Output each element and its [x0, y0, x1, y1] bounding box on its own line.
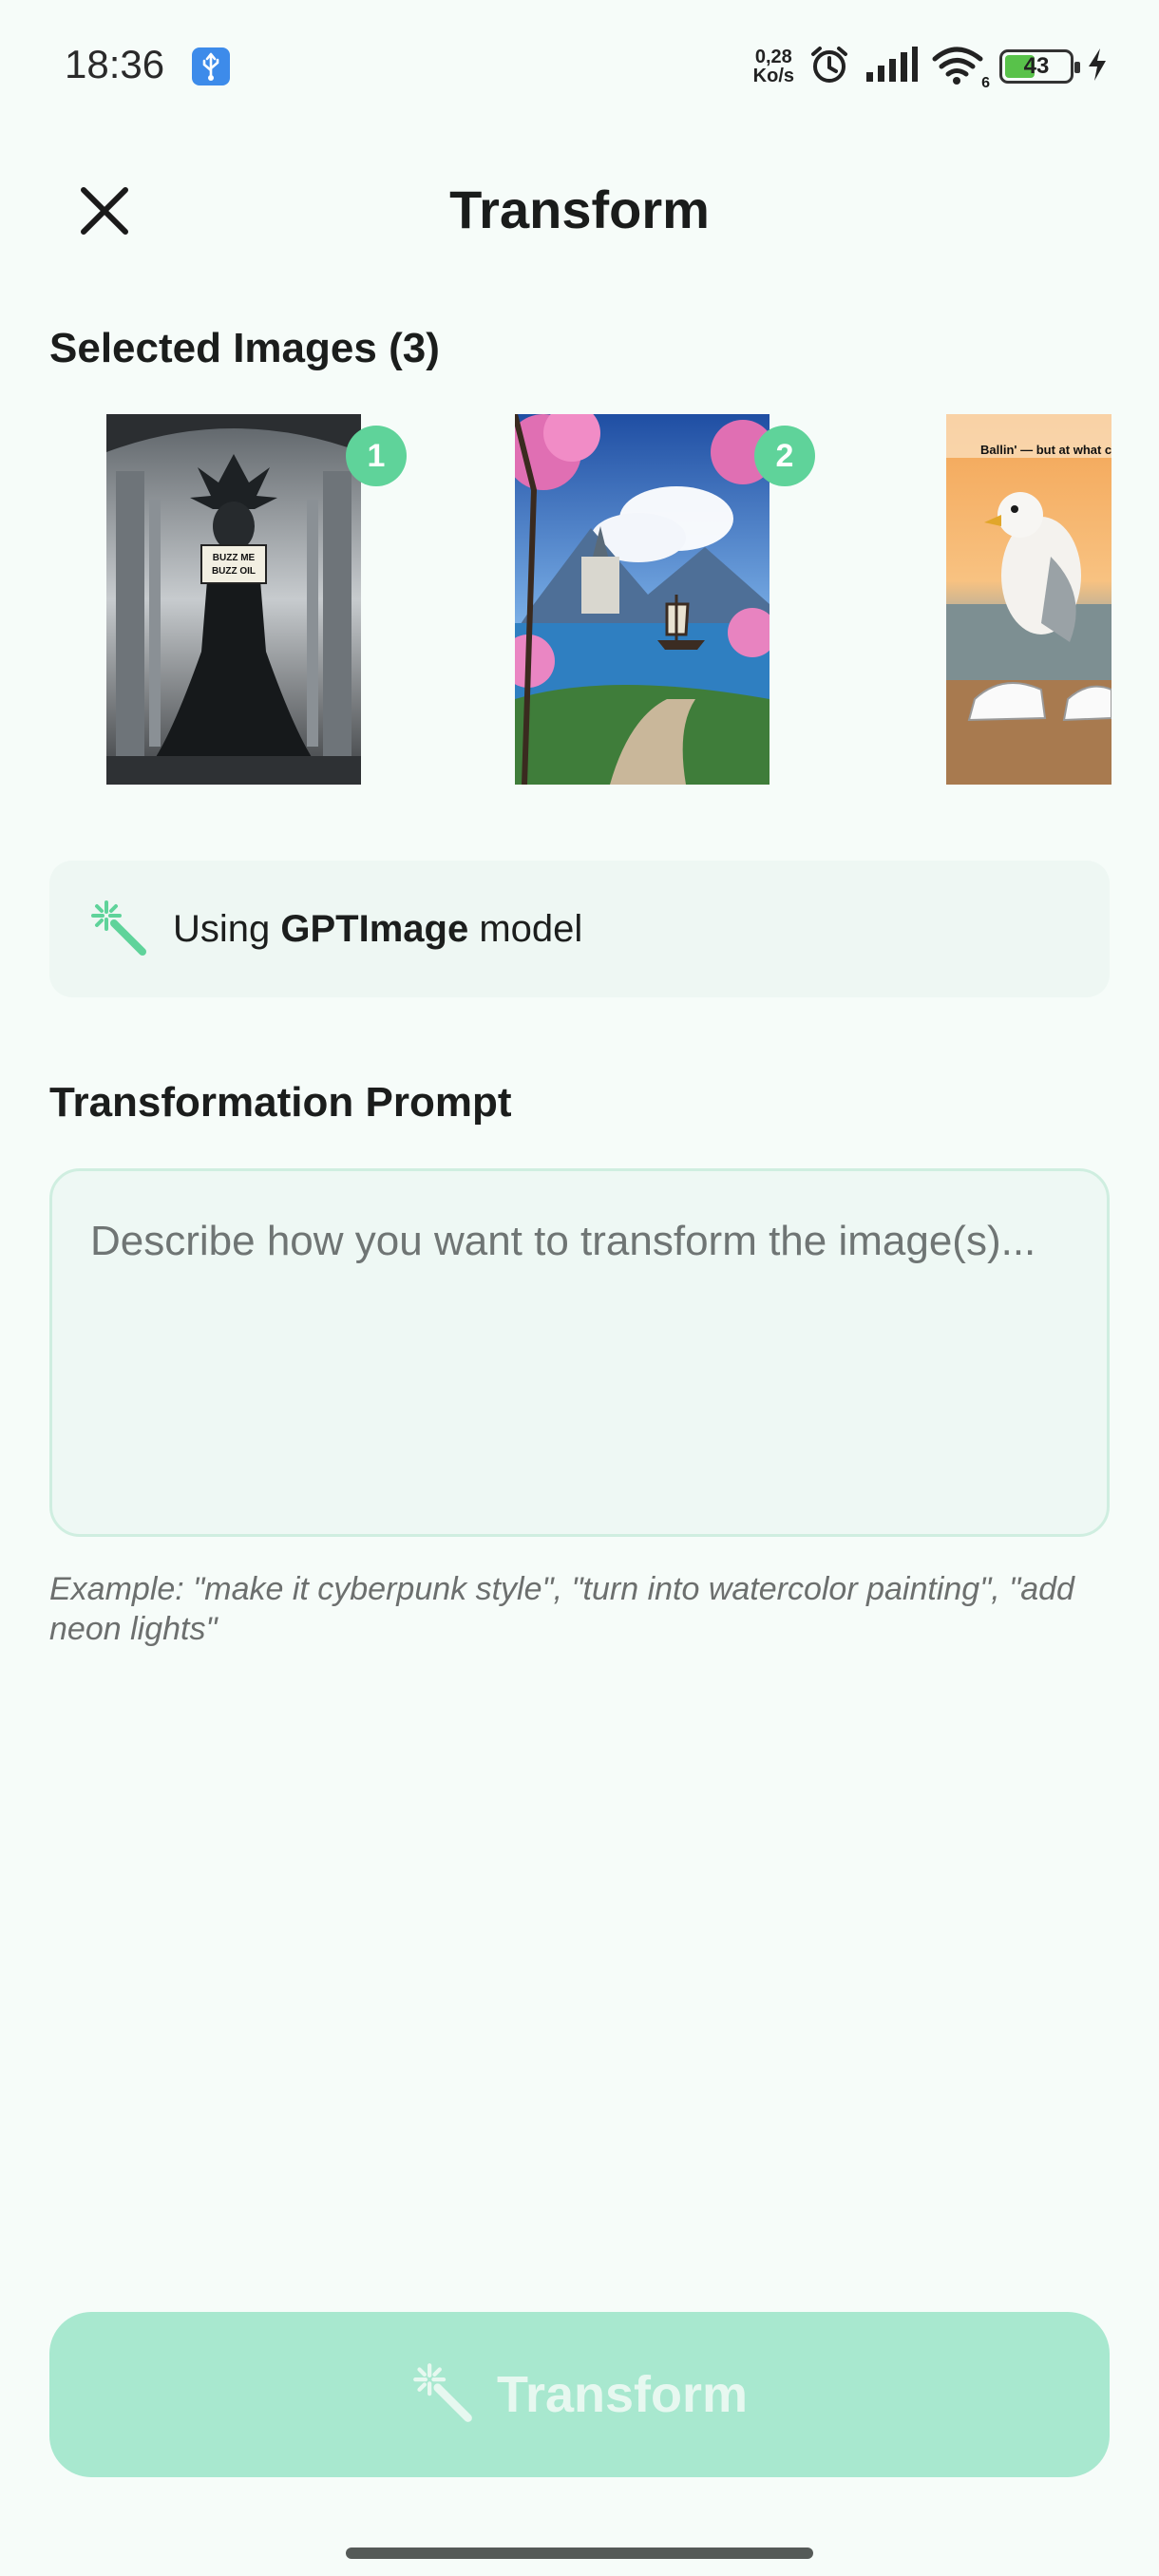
selected-images-strip[interactable]: BUZZ ME BUZZ OIL 1 2 Ballin' — but at wh… [0, 412, 1112, 792]
status-bar: 18:36 0,28 Ko/s 6 43 [0, 0, 1159, 133]
battery-level: 43 [1023, 53, 1050, 79]
status-icons: 0,28 Ko/s 6 43 [753, 42, 1108, 91]
transform-button[interactable]: Transform [49, 2312, 1110, 2477]
network-speed-value: 0,28 [754, 47, 792, 67]
prompt-field[interactable] [49, 1168, 1110, 1537]
selected-image-1[interactable]: BUZZ ME BUZZ OIL [106, 414, 361, 785]
selected-image-2[interactable] [515, 414, 770, 785]
magic-wand-icon [411, 2361, 474, 2429]
status-time: 18:36 [65, 42, 165, 86]
wifi-label: 6 [981, 74, 990, 91]
usb-icon [192, 47, 230, 85]
magic-wand-icon [89, 899, 148, 962]
prompt-heading: Transformation Prompt [49, 1079, 512, 1126]
image-badge-2: 2 [754, 426, 815, 486]
model-info-card: Using GPTImage model [49, 861, 1110, 997]
transform-button-label: Transform [496, 2366, 749, 2423]
page-title: Transform [449, 180, 710, 239]
selected-image-3[interactable]: Ballin' — but at what cost [946, 414, 1112, 785]
image-badge-1: 1 [346, 426, 407, 486]
network-speed: 0,28 Ko/s [753, 47, 794, 85]
wifi-icon: 6 [931, 44, 990, 91]
battery-icon: 43 [999, 49, 1080, 84]
signal-icon [864, 46, 918, 88]
model-prefix: Using [173, 908, 281, 950]
prompt-input[interactable] [90, 1215, 1069, 1490]
image-3-caption: Ballin' — but at what cost [980, 443, 1112, 457]
home-indicator[interactable] [346, 2548, 813, 2559]
selected-images-heading: Selected Images (3) [49, 325, 440, 371]
alarm-icon [808, 43, 851, 91]
network-speed-unit: Ko/s [752, 66, 794, 86]
image-1-sign-line2: BUZZ OIL [212, 566, 256, 577]
prompt-example-hint: Example: "make it cyberpunk style", "tur… [49, 1571, 1074, 1647]
model-name: GPTImage [280, 908, 469, 950]
model-suffix: model [468, 908, 583, 950]
model-label: Using GPTImage model [173, 908, 582, 951]
image-1-sign-line1: BUZZ ME [213, 553, 256, 563]
charging-icon [1087, 47, 1108, 86]
